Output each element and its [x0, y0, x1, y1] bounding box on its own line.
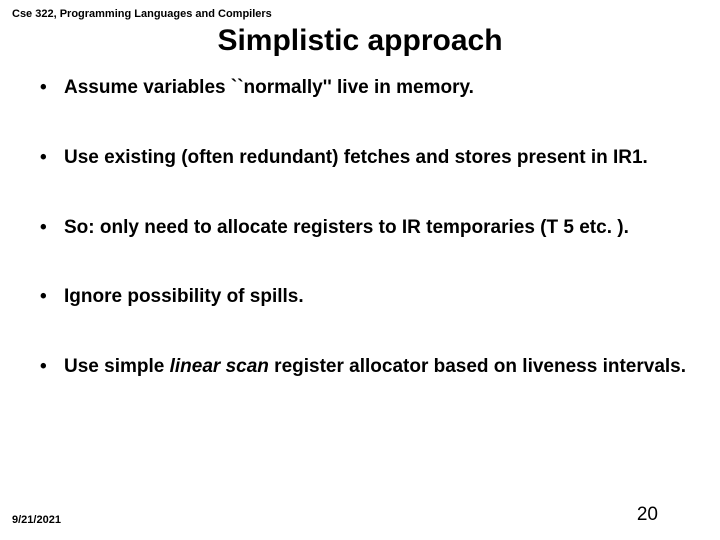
footer: 9/21/2021 20 [12, 504, 708, 526]
footer-date: 9/21/2021 [12, 514, 61, 526]
footer-page: 20 [637, 504, 658, 526]
bullet-prefix: Use simple [64, 356, 170, 377]
slide-title: Simplistic approach [72, 24, 648, 58]
bullet-list: Assume variables ``normally'' live in me… [12, 76, 708, 379]
list-item: Assume variables ``normally'' live in me… [40, 76, 708, 100]
list-item: So: only need to allocate registers to I… [40, 216, 708, 240]
list-item: Ignore possibility of spills. [40, 285, 708, 309]
bullet-suffix: register allocator based on liveness int… [269, 356, 686, 377]
course-header: Cse 322, Programming Languages and Compi… [12, 8, 708, 20]
bullet-italic: linear scan [170, 356, 269, 377]
list-item: Use simple linear scan register allocato… [40, 355, 708, 379]
list-item: Use existing (often redundant) fetches a… [40, 146, 708, 170]
